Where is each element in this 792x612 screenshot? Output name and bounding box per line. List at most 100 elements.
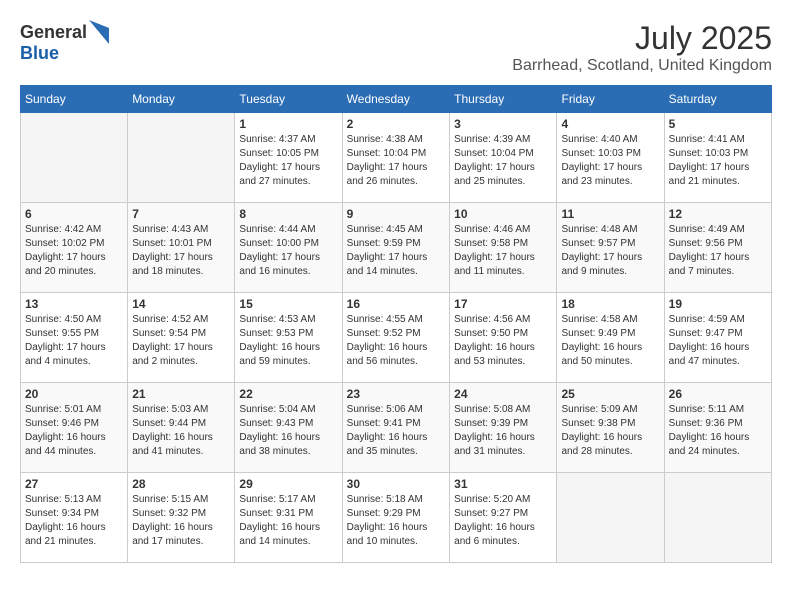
day-info: Sunrise: 4:39 AM Sunset: 10:04 PM Daylig… — [454, 133, 552, 189]
calendar-cell: 30 Sunrise: 5:18 AM Sunset: 9:29 PM Dayli… — [342, 473, 450, 563]
calendar-week-row: 20 Sunrise: 5:01 AM Sunset: 9:46 PM Dayli… — [21, 383, 772, 473]
day-info: Sunrise: 4:37 AM Sunset: 10:05 PM Daylig… — [239, 133, 337, 189]
calendar-cell: 28Sunrise: 5:15 AM Sunset: 9:32 PM Dayli… — [128, 473, 235, 563]
calendar-cell: 27Sunrise: 5:13 AM Sunset: 9:34 PM Dayli… — [21, 473, 128, 563]
day-info: Sunrise: 4:40 AM Sunset: 10:03 PM Daylig… — [561, 133, 659, 189]
calendar-cell: 31Sunrise: 5:20 AM Sunset: 9:27 PM Dayli… — [450, 473, 557, 563]
calendar-cell: 19 Sunrise: 4:59 AM Sunset: 9:47 PM Dayli… — [664, 293, 771, 383]
calendar-cell: 26Sunrise: 5:11 AM Sunset: 9:36 PM Dayli… — [664, 383, 771, 473]
weekday-header-saturday: Saturday — [664, 86, 771, 113]
calendar-cell — [128, 113, 235, 203]
day-info: Sunrise: 4:46 AM Sunset: 9:58 PM Dayligh… — [454, 223, 552, 279]
calendar-cell: 11 Sunrise: 4:48 AM Sunset: 9:57 PM Dayli… — [557, 203, 664, 293]
calendar-cell: 13 Sunrise: 4:50 AM Sunset: 9:55 PM Dayli… — [21, 293, 128, 383]
day-number: 16 — [347, 297, 446, 311]
calendar-cell: 14 Sunrise: 4:52 AM Sunset: 9:54 PM Dayli… — [128, 293, 235, 383]
calendar-cell: 29 Sunrise: 5:17 AM Sunset: 9:31 PM Dayli… — [235, 473, 342, 563]
day-number: 29 — [239, 477, 337, 491]
day-info: Sunrise: 5:13 AM Sunset: 9:34 PM Dayligh… — [25, 493, 123, 549]
day-info: Sunrise: 4:52 AM Sunset: 9:54 PM Dayligh… — [132, 313, 230, 369]
day-info: Sunrise: 5:06 AM Sunset: 9:41 PM Dayligh… — [347, 403, 446, 459]
day-info: Sunrise: 4:49 AM Sunset: 9:56 PM Dayligh… — [669, 223, 767, 279]
day-number: 22 — [239, 387, 337, 401]
calendar-week-row: 27Sunrise: 5:13 AM Sunset: 9:34 PM Dayli… — [21, 473, 772, 563]
calendar-cell: 23 Sunrise: 5:06 AM Sunset: 9:41 PM Dayli… — [342, 383, 450, 473]
logo-icon — [89, 20, 109, 44]
title-block: July 2025 Barrhead, Scotland, United Kin… — [512, 20, 772, 75]
day-info: Sunrise: 4:59 AM Sunset: 9:47 PM Dayligh… — [669, 313, 767, 369]
day-info: Sunrise: 4:45 AM Sunset: 9:59 PM Dayligh… — [347, 223, 446, 279]
calendar-cell: 9 Sunrise: 4:45 AM Sunset: 9:59 PM Daylig… — [342, 203, 450, 293]
day-number: 15 — [239, 297, 337, 311]
calendar-cell — [21, 113, 128, 203]
calendar-cell: 25Sunrise: 5:09 AM Sunset: 9:38 PM Dayli… — [557, 383, 664, 473]
calendar-table: SundayMondayTuesdayWednesdayThursdayFrid… — [20, 85, 772, 563]
day-number: 1 — [239, 117, 337, 131]
day-info: Sunrise: 4:43 AM Sunset: 10:01 PM Daylig… — [132, 223, 230, 279]
day-number: 14 — [132, 297, 230, 311]
calendar-cell: 5Sunrise: 4:41 AM Sunset: 10:03 PM Dayli… — [664, 113, 771, 203]
calendar-cell: 22 Sunrise: 5:04 AM Sunset: 9:43 PM Dayli… — [235, 383, 342, 473]
day-number: 21 — [132, 387, 230, 401]
day-info: Sunrise: 4:56 AM Sunset: 9:50 PM Dayligh… — [454, 313, 552, 369]
calendar-cell: 4 Sunrise: 4:40 AM Sunset: 10:03 PM Dayli… — [557, 113, 664, 203]
calendar-cell: 16 Sunrise: 4:55 AM Sunset: 9:52 PM Dayli… — [342, 293, 450, 383]
calendar-cell: 17Sunrise: 4:56 AM Sunset: 9:50 PM Dayli… — [450, 293, 557, 383]
day-info: Sunrise: 5:18 AM Sunset: 9:29 PM Dayligh… — [347, 493, 446, 549]
day-number: 13 — [25, 297, 123, 311]
day-number: 6 — [25, 207, 123, 221]
day-info: Sunrise: 5:04 AM Sunset: 9:43 PM Dayligh… — [239, 403, 337, 459]
calendar-week-row: 1 Sunrise: 4:37 AM Sunset: 10:05 PM Dayli… — [21, 113, 772, 203]
weekday-header-thursday: Thursday — [450, 86, 557, 113]
day-number: 28 — [132, 477, 230, 491]
day-number: 25 — [561, 387, 659, 401]
day-number: 20 — [25, 387, 123, 401]
day-info: Sunrise: 4:48 AM Sunset: 9:57 PM Dayligh… — [561, 223, 659, 279]
calendar-cell: 24Sunrise: 5:08 AM Sunset: 9:39 PM Dayli… — [450, 383, 557, 473]
page-header: General Blue July 2025 Barrhead, Scotlan… — [20, 20, 772, 75]
day-info: Sunrise: 4:41 AM Sunset: 10:03 PM Daylig… — [669, 133, 767, 189]
day-number: 24 — [454, 387, 552, 401]
weekday-header-sunday: Sunday — [21, 86, 128, 113]
day-info: Sunrise: 4:50 AM Sunset: 9:55 PM Dayligh… — [25, 313, 123, 369]
month-title: July 2025 — [512, 20, 772, 57]
day-number: 23 — [347, 387, 446, 401]
day-info: Sunrise: 4:55 AM Sunset: 9:52 PM Dayligh… — [347, 313, 446, 369]
day-number: 30 — [347, 477, 446, 491]
day-info: Sunrise: 4:53 AM Sunset: 9:53 PM Dayligh… — [239, 313, 337, 369]
logo-text-blue: Blue — [20, 43, 59, 63]
calendar-cell: 3Sunrise: 4:39 AM Sunset: 10:04 PM Dayli… — [450, 113, 557, 203]
day-info: Sunrise: 5:20 AM Sunset: 9:27 PM Dayligh… — [454, 493, 552, 549]
calendar-cell: 21 Sunrise: 5:03 AM Sunset: 9:44 PM Dayli… — [128, 383, 235, 473]
weekday-header-row: SundayMondayTuesdayWednesdayThursdayFrid… — [21, 86, 772, 113]
day-info: Sunrise: 4:58 AM Sunset: 9:49 PM Dayligh… — [561, 313, 659, 369]
calendar-week-row: 13 Sunrise: 4:50 AM Sunset: 9:55 PM Dayli… — [21, 293, 772, 383]
weekday-header-monday: Monday — [128, 86, 235, 113]
day-number: 9 — [347, 207, 446, 221]
calendar-cell: 18 Sunrise: 4:58 AM Sunset: 9:49 PM Dayli… — [557, 293, 664, 383]
day-info: Sunrise: 4:38 AM Sunset: 10:04 PM Daylig… — [347, 133, 446, 189]
day-info: Sunrise: 5:11 AM Sunset: 9:36 PM Dayligh… — [669, 403, 767, 459]
day-info: Sunrise: 5:17 AM Sunset: 9:31 PM Dayligh… — [239, 493, 337, 549]
day-number: 19 — [669, 297, 767, 311]
weekday-header-wednesday: Wednesday — [342, 86, 450, 113]
day-info: Sunrise: 4:44 AM Sunset: 10:00 PM Daylig… — [239, 223, 337, 279]
weekday-header-tuesday: Tuesday — [235, 86, 342, 113]
day-info: Sunrise: 5:03 AM Sunset: 9:44 PM Dayligh… — [132, 403, 230, 459]
calendar-cell: 1 Sunrise: 4:37 AM Sunset: 10:05 PM Dayli… — [235, 113, 342, 203]
calendar-cell: 12Sunrise: 4:49 AM Sunset: 9:56 PM Dayli… — [664, 203, 771, 293]
day-info: Sunrise: 4:42 AM Sunset: 10:02 PM Daylig… — [25, 223, 123, 279]
weekday-header-friday: Friday — [557, 86, 664, 113]
calendar-cell: 15 Sunrise: 4:53 AM Sunset: 9:53 PM Dayli… — [235, 293, 342, 383]
calendar-cell — [664, 473, 771, 563]
day-info: Sunrise: 5:01 AM Sunset: 9:46 PM Dayligh… — [25, 403, 123, 459]
day-number: 4 — [561, 117, 659, 131]
day-number: 8 — [239, 207, 337, 221]
calendar-cell: 8 Sunrise: 4:44 AM Sunset: 10:00 PM Dayli… — [235, 203, 342, 293]
calendar-cell — [557, 473, 664, 563]
calendar-cell: 20 Sunrise: 5:01 AM Sunset: 9:46 PM Dayli… — [21, 383, 128, 473]
calendar-cell: 7Sunrise: 4:43 AM Sunset: 10:01 PM Dayli… — [128, 203, 235, 293]
day-number: 11 — [561, 207, 659, 221]
day-number: 18 — [561, 297, 659, 311]
day-number: 10 — [454, 207, 552, 221]
